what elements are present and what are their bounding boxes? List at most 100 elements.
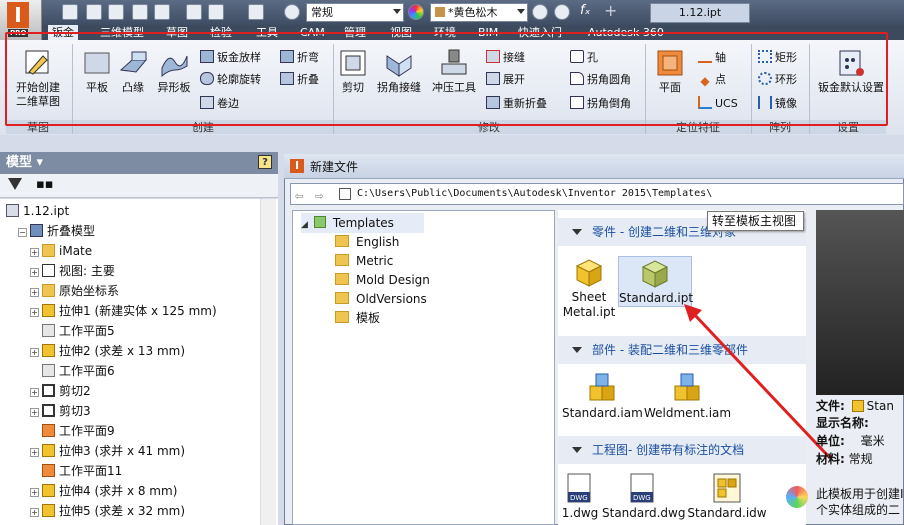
model-browser-header[interactable]: 模型 ▾ ? (0, 152, 278, 174)
style-combo[interactable]: 常规 (306, 3, 404, 22)
tree-node-label: 拉伸4 (求并 x 8 mm) (59, 484, 178, 498)
tree-node[interactable]: 工作平面9 (30, 421, 115, 441)
style-combo-value: 常规 (311, 6, 333, 19)
clear-override-icon[interactable] (554, 4, 570, 20)
undo-icon[interactable] (132, 4, 148, 20)
save-icon[interactable] (108, 4, 124, 20)
fx-icon[interactable]: fₓ (580, 3, 590, 18)
appearance-icon[interactable] (284, 4, 300, 20)
tree-node[interactable]: + iMate (30, 241, 92, 261)
expand-icon[interactable]: + (30, 248, 39, 257)
address-bar[interactable]: ⇦ ⇨ C:\Users\Public\Documents\Autodesk\I… (290, 183, 904, 205)
tree-node-label: 1.12.ipt (23, 204, 70, 218)
tree-node[interactable]: 工作平面11 (30, 461, 122, 481)
dwg-tag: DWG (633, 494, 651, 502)
tree-node[interactable]: 工作平面6 (30, 361, 115, 381)
template-sheet-metal[interactable]: Sheet Metal.ipt (562, 256, 616, 320)
template-1-dwg[interactable]: DWG 1.dwg (560, 472, 600, 521)
dialog-title-bar: I 新建文件 (284, 154, 904, 179)
template-label: Standard.idw (687, 506, 767, 520)
extrude-icon (42, 484, 55, 497)
select-icon[interactable] (248, 4, 264, 20)
tree-node[interactable]: + 拉伸4 (求并 x 8 mm) (30, 481, 177, 501)
template-standard-dwg[interactable]: DWG Standard.dwg (602, 472, 685, 521)
expand-icon[interactable]: + (30, 488, 39, 497)
folder-node[interactable]: ◢ Templates (301, 213, 424, 233)
adjust-icon[interactable] (532, 4, 548, 20)
expand-icon[interactable]: + (30, 348, 39, 357)
plane-orange-icon (42, 424, 55, 437)
tree-node-label: 工作平面11 (59, 464, 123, 478)
folder-node[interactable]: Metric (335, 251, 393, 271)
folder-node[interactable]: Mold Design (335, 270, 430, 290)
template-preview (816, 210, 904, 395)
expand-icon[interactable]: + (30, 288, 39, 297)
folder-node[interactable]: English (335, 232, 399, 252)
material-combo[interactable]: *黄色松木 (430, 3, 528, 22)
color-wheel-icon[interactable] (408, 4, 424, 20)
folder-label: Templates (332, 216, 394, 230)
tree-node[interactable]: 工作平面5 (30, 321, 115, 341)
tree-node-label: 折叠模型 (47, 224, 96, 238)
tree-node[interactable]: + 视图: 主要 (30, 261, 115, 281)
folder-node[interactable]: OldVersions (335, 289, 427, 309)
expanded-arrow-icon[interactable]: ◢ (301, 215, 308, 235)
red-annotation-box (5, 32, 888, 126)
tree-node[interactable]: − 折叠模型 (18, 221, 95, 241)
expand-icon[interactable]: + (30, 508, 39, 517)
plus-icon[interactable]: + (604, 1, 617, 20)
help-icon[interactable]: ? (258, 155, 272, 169)
path-text: C:\Users\Public\Documents\Autodesk\Inven… (357, 188, 713, 199)
update-icon[interactable] (208, 4, 224, 20)
tree-node-label: 拉伸3 (求并 x 41 mm) (59, 444, 186, 458)
chevron-down-icon (393, 9, 401, 14)
inventor-logo-icon: I (7, 2, 29, 28)
redo-icon[interactable] (154, 4, 170, 20)
tree-node[interactable]: + 拉伸5 (求差 x 32 mm) (30, 501, 185, 521)
tree-node[interactable]: + 剪切2 (30, 381, 91, 401)
template-label: Metal.ipt (562, 305, 616, 319)
folder-icon (335, 292, 349, 304)
idw-icon (711, 472, 743, 504)
binoculars-icon[interactable]: ▪▪ (36, 177, 54, 192)
open-icon[interactable] (86, 4, 102, 20)
tree-node[interactable]: + 拉伸1 (新建实体 x 125 mm) (30, 301, 217, 321)
model-tree: 1.12.ipt − 折叠模型 + iMate + 视图: 主要 + 原始坐标系 + 拉伸1 (新建… (0, 199, 278, 525)
home-icon[interactable] (186, 4, 202, 20)
prop-unit: 单位: 毫米 (816, 432, 885, 450)
cut-icon (42, 384, 55, 397)
prop-label: 显示名称: (816, 416, 869, 430)
expand-icon[interactable]: + (30, 448, 39, 457)
folder-node[interactable]: 模板 (335, 308, 380, 328)
tree-node[interactable]: + 拉伸2 (求差 x 13 mm) (30, 341, 185, 361)
tree-node-label: 拉伸5 (求差 x 32 mm) (59, 504, 186, 518)
home-folder-icon[interactable] (339, 188, 351, 200)
prop-label: 材料: (816, 452, 845, 466)
tree-node[interactable]: + 拉伸3 (求并 x 41 mm) (30, 441, 185, 461)
collapse-icon[interactable]: − (18, 228, 27, 237)
tree-node-label: 剪切3 (59, 404, 91, 418)
expand-icon[interactable]: + (30, 408, 39, 417)
new-file-icon[interactable] (62, 4, 78, 20)
tree-node[interactable]: 1.12.ipt (6, 201, 69, 221)
browser-title: 模型 (6, 155, 33, 170)
template-standard-idw[interactable]: Standard.idw (686, 472, 768, 521)
forward-arrow-icon[interactable]: ⇨ (315, 186, 323, 206)
plane-icon (42, 364, 55, 377)
back-arrow-icon[interactable]: ⇦ (295, 186, 303, 206)
expand-icon[interactable]: + (30, 308, 39, 317)
tooltip: 转至模板主视图 (707, 211, 804, 231)
tree-scrollbar[interactable] (260, 199, 276, 525)
inventor-small-icon: I (290, 159, 304, 173)
expand-icon[interactable]: + (30, 268, 39, 277)
collapse-icon (572, 447, 582, 453)
tree-node[interactable]: + 原始坐标系 (30, 281, 119, 301)
tree-node-label: 工作平面5 (59, 324, 115, 338)
file-tab[interactable]: 1.12.ipt (650, 3, 750, 23)
tree-node[interactable]: + 剪切3 (30, 401, 91, 421)
dwg-icon: DWG (564, 472, 596, 504)
prop-file: 文件: Stan (816, 397, 894, 415)
filter-icon[interactable] (8, 178, 22, 190)
template-standard-iam[interactable]: Standard.iam (562, 372, 643, 421)
expand-icon[interactable]: + (30, 388, 39, 397)
